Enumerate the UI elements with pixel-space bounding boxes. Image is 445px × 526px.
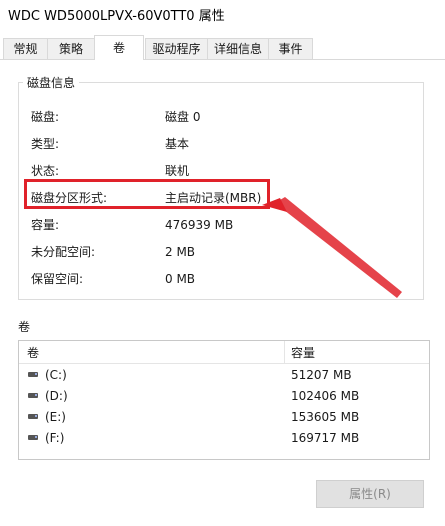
volume-row[interactable]: (F:) 169717 MB [19,429,429,449]
column-divider[interactable] [284,341,285,363]
tab-strip: 常规 策略 卷 驱动程序 详细信息 事件 [0,35,445,60]
unallocated-label: 未分配空间: [31,245,96,259]
tab-panel-volumes: 磁盘信息 磁盘: 磁盘 0 类型: 基本 状态: 联机 磁盘分区形式: 主启动记… [0,59,445,526]
properties-button[interactable]: 属性(R) [316,480,424,508]
reserved-value: 0 MB [165,272,196,286]
volume-capacity: 153605 MB [291,410,360,424]
volume-name: (D:) [45,389,68,403]
column-header-volume[interactable]: 卷 [27,344,39,361]
volume-name: (E:) [45,410,66,424]
volume-row[interactable]: (C:) 51207 MB [19,366,429,386]
disk-value: 磁盘 0 [165,110,201,124]
partition-style-label: 磁盘分区形式: [31,191,108,205]
volume-name: (C:) [45,368,67,382]
window-title: WDC WD5000LPVX-60V0TT0 属性 [8,9,225,24]
tab-policies[interactable]: 策略 [47,38,95,59]
volume-capacity: 51207 MB [291,368,352,382]
capacity-label: 容量: [31,218,60,232]
drive-icon [28,393,38,398]
volume-list[interactable]: 卷 容量 (C:) 51207 MB (D:) 102406 MB (E:) 1… [18,340,430,460]
drive-icon [28,414,38,419]
tab-details[interactable]: 详细信息 [207,38,269,59]
tab-volumes[interactable]: 卷 [94,35,144,60]
type-label: 类型: [31,137,60,151]
drive-icon [28,372,38,377]
volume-row[interactable]: (D:) 102406 MB [19,387,429,407]
unallocated-value: 2 MB [165,245,196,259]
partition-style-value: 主启动记录(MBR) [165,191,262,205]
column-header-capacity[interactable]: 容量 [291,344,315,361]
type-value: 基本 [165,137,190,151]
drive-icon [28,435,38,440]
volume-capacity: 169717 MB [291,431,360,445]
title-bar: WDC WD5000LPVX-60V0TT0 属性 [0,0,445,30]
disk-label: 磁盘: [31,110,60,124]
volume-capacity: 102406 MB [291,389,360,403]
disk-info-group: 磁盘信息 磁盘: 磁盘 0 类型: 基本 状态: 联机 磁盘分区形式: 主启动记… [18,74,424,300]
status-value: 联机 [165,164,190,178]
tab-events[interactable]: 事件 [268,38,313,59]
capacity-value: 476939 MB [165,218,234,232]
reserved-label: 保留空间: [31,272,84,286]
volume-row[interactable]: (E:) 153605 MB [19,408,429,428]
status-label: 状态: [31,164,60,178]
volume-list-header: 卷 容量 [19,341,429,364]
volumes-section-label: 卷 [18,320,31,334]
volume-name: (F:) [45,431,65,445]
properties-window: WDC WD5000LPVX-60V0TT0 属性 常规 策略 卷 驱动程序 详… [0,0,445,526]
disk-info-title: 磁盘信息 [23,74,80,91]
tab-driver[interactable]: 驱动程序 [145,38,208,59]
tab-general[interactable]: 常规 [3,38,48,59]
